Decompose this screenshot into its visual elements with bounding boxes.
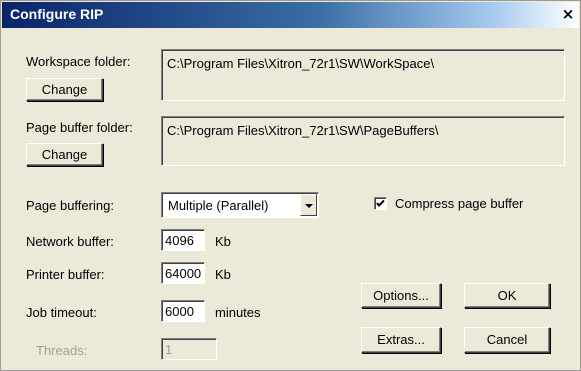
printer-buffer-unit: Kb (215, 267, 231, 282)
chevron-down-icon[interactable] (300, 194, 317, 216)
title-bar[interactable]: Configure RIP × (2, 2, 579, 28)
page-buffering-label: Page buffering: (26, 198, 114, 213)
compress-page-buffer-checkbox[interactable] (374, 197, 387, 210)
job-timeout-input[interactable] (161, 300, 205, 322)
options-button-label: Options... (373, 288, 429, 303)
close-icon[interactable]: × (559, 5, 577, 23)
options-button[interactable]: Options... (361, 283, 441, 308)
page-buffer-change-label: Change (41, 147, 88, 162)
cancel-button[interactable]: Cancel (464, 327, 550, 353)
workspace-folder-label: Workspace folder: (26, 54, 131, 69)
extras-button-label: Extras... (377, 332, 425, 347)
extras-button[interactable]: Extras... (361, 327, 441, 353)
network-buffer-unit: Kb (215, 234, 231, 249)
job-timeout-label: Job timeout: (26, 305, 97, 320)
printer-buffer-label: Printer buffer: (26, 267, 105, 282)
workspace-folder-path: C:\Program Files\Xitron_72r1\SW\WorkSpac… (161, 49, 565, 101)
workspace-change-label: Change (41, 82, 88, 97)
page-buffer-folder-path: C:\Program Files\Xitron_72r1\SW\PageBuff… (161, 116, 565, 166)
compress-page-buffer-label: Compress page buffer (395, 196, 524, 211)
printer-buffer-input[interactable] (161, 262, 205, 284)
configure-rip-dialog: Configure RIP × Workspace folder: Change… (0, 0, 581, 371)
network-buffer-input[interactable] (161, 229, 205, 251)
threads-label: Threads: (36, 343, 88, 358)
window-title: Configure RIP (10, 6, 104, 22)
ok-button[interactable]: OK (464, 283, 550, 308)
page-buffering-select[interactable]: Multiple (Parallel) (161, 192, 319, 218)
page-buffering-value: Multiple (Parallel) (168, 198, 269, 213)
threads-input (161, 338, 217, 360)
network-buffer-label: Network buffer: (26, 234, 114, 249)
page-buffer-folder-label: Page buffer folder: (26, 120, 133, 135)
workspace-change-button[interactable]: Change (26, 78, 103, 101)
cancel-button-label: Cancel (486, 332, 528, 347)
job-timeout-unit: minutes (215, 305, 261, 320)
checkmark-icon (376, 199, 385, 207)
ok-button-label: OK (497, 288, 517, 303)
page-buffer-change-button[interactable]: Change (26, 143, 103, 166)
